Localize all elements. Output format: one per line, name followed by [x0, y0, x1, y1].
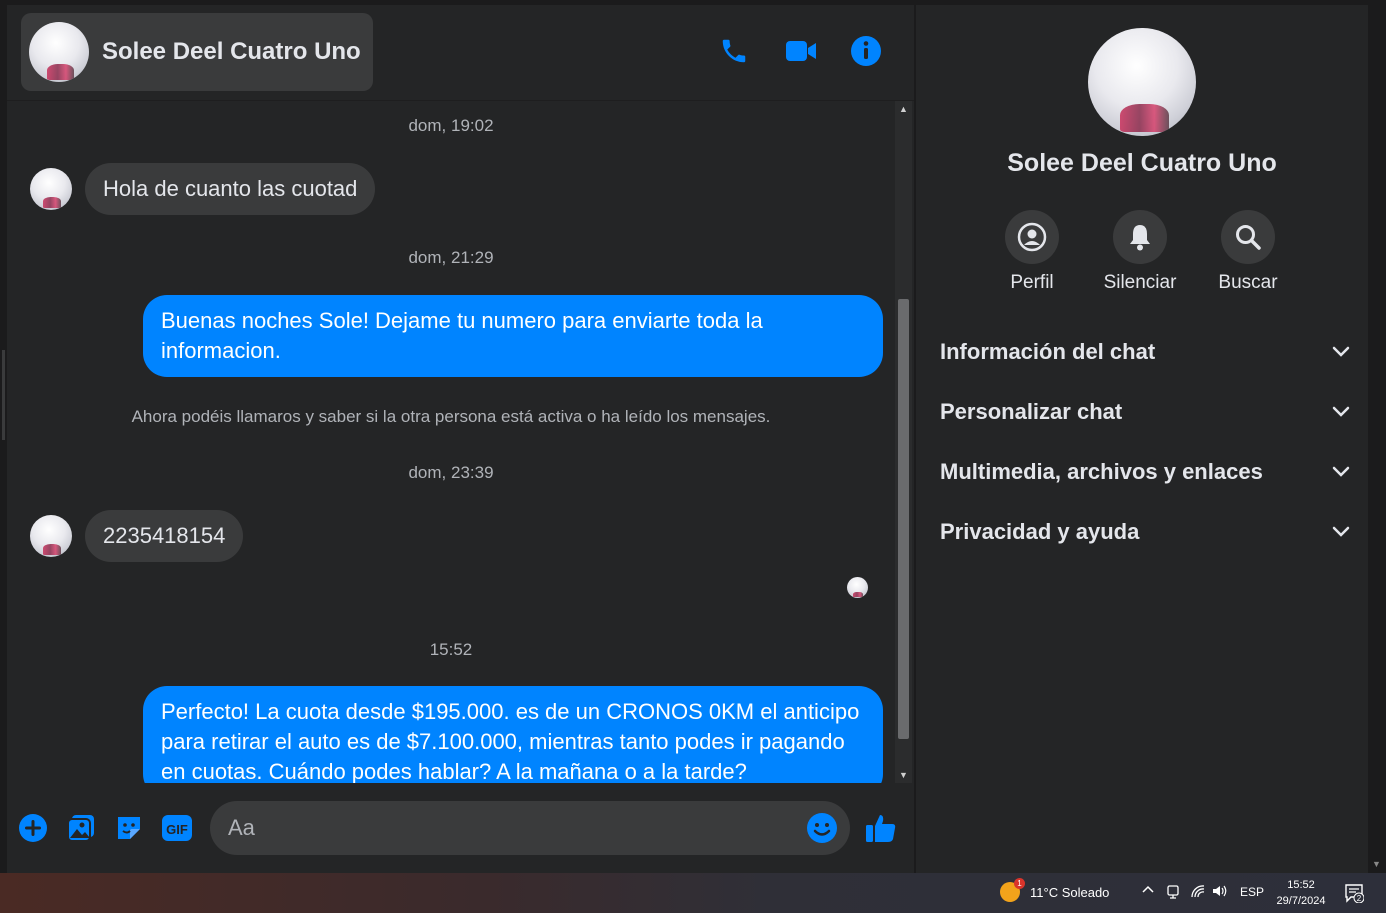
- timestamp: dom, 23:39: [408, 463, 494, 482]
- language-indicator[interactable]: ESP: [1240, 885, 1264, 899]
- image-icon[interactable]: [65, 812, 97, 844]
- wifi-icon[interactable]: [1190, 884, 1206, 901]
- notification-count: 2: [1357, 894, 1362, 903]
- notification-center-icon[interactable]: 2: [1344, 883, 1365, 904]
- profile-action-label: Perfil: [1010, 272, 1054, 293]
- message-scrollbar[interactable]: ▲ ▼: [895, 101, 912, 783]
- timestamp: dom, 19:02: [408, 116, 494, 135]
- weather-badge: 1: [1014, 878, 1025, 889]
- contact-name: Solee Deel Cuatro Uno: [102, 38, 361, 65]
- scrollbar-thumb[interactable]: [898, 299, 909, 739]
- section-title: Privacidad y ayuda: [940, 519, 1140, 544]
- sender-avatar: [30, 515, 72, 557]
- message-row-incoming: Hola de cuanto las cuotad: [30, 163, 376, 215]
- scroll-up-arrow-icon[interactable]: ▲: [895, 101, 912, 117]
- chat-header: Solee Deel Cuatro Uno: [7, 5, 914, 101]
- bell-icon[interactable]: [1113, 210, 1167, 264]
- sticker-icon[interactable]: [113, 812, 145, 844]
- profile-avatar: [1088, 28, 1196, 136]
- svg-text:GIF: GIF: [166, 822, 188, 837]
- device-icon[interactable]: [1166, 884, 1180, 903]
- message-bubble-incoming[interactable]: Hola de cuanto las cuotad: [85, 163, 376, 215]
- left-edge-marker: [2, 350, 5, 440]
- left-edge: [0, 5, 7, 873]
- message-input[interactable]: Aa: [210, 801, 850, 855]
- emoji-icon[interactable]: [806, 812, 838, 844]
- phone-icon[interactable]: [718, 35, 750, 67]
- section-customize-chat[interactable]: Personalizar chat: [940, 392, 1350, 432]
- thumbs-up-icon[interactable]: [865, 812, 897, 844]
- timestamp: 15:52: [429, 640, 473, 659]
- clock[interactable]: 15:52 29/7/2024: [1266, 877, 1336, 909]
- message-row-incoming: 2235418154: [30, 510, 244, 562]
- section-title: Multimedia, archivos y enlaces: [940, 459, 1263, 484]
- plus-icon[interactable]: [17, 812, 49, 844]
- message-bubble-outgoing[interactable]: Perfecto! La cuota desde $195.000. es de…: [143, 686, 883, 783]
- message-bubble-incoming[interactable]: 2235418154: [85, 510, 244, 562]
- mute-action-label: Silenciar: [1103, 272, 1177, 293]
- message-list[interactable]: dom, 19:02 Hola de cuanto las cuotad dom…: [7, 101, 895, 783]
- section-title: Personalizar chat: [940, 399, 1123, 424]
- message-input-placeholder: Aa: [228, 815, 255, 840]
- scroll-down-arrow-icon[interactable]: ▼: [895, 767, 912, 783]
- info-icon[interactable]: [850, 35, 882, 67]
- search-icon[interactable]: [1221, 210, 1275, 264]
- profile-action[interactable]: Perfil: [982, 210, 1082, 294]
- speaker-icon[interactable]: [1212, 884, 1228, 901]
- chevron-down-icon: [1332, 406, 1350, 417]
- message-bubble-outgoing[interactable]: Buenas noches Sole! Dejame tu numero par…: [143, 295, 883, 377]
- gif-icon[interactable]: GIF: [161, 812, 193, 844]
- section-title: Información del chat: [940, 339, 1156, 364]
- search-action[interactable]: Buscar: [1198, 210, 1298, 294]
- weather-text: 11°C Soleado: [1030, 884, 1110, 900]
- clock-time: 15:52: [1287, 879, 1315, 891]
- clock-date: 29/7/2024: [1276, 895, 1326, 907]
- sun-icon: 1: [1000, 878, 1025, 902]
- windows-taskbar: 1 11°C Soleado ESP 15:52 29/7/2024 2: [0, 873, 1386, 913]
- chevron-up-icon[interactable]: [1142, 884, 1154, 899]
- mute-action[interactable]: Silenciar: [1090, 210, 1190, 294]
- system-notice: Ahora podéis llamaros y saber si la otra…: [131, 407, 771, 426]
- weather-widget[interactable]: 1 11°C Soleado: [1000, 878, 1110, 902]
- composer-bar: GIF Aa: [7, 783, 914, 873]
- chevron-down-icon: [1332, 526, 1350, 537]
- window-scrollbar[interactable]: ▼: [1368, 5, 1386, 873]
- contact-avatar: [29, 22, 89, 82]
- scroll-down-arrow-icon[interactable]: ▼: [1372, 859, 1381, 869]
- sender-avatar: [30, 168, 72, 210]
- profile-icon[interactable]: [1005, 210, 1059, 264]
- section-privacy-help[interactable]: Privacidad y ayuda: [940, 512, 1350, 552]
- timestamp: dom, 21:29: [408, 248, 494, 267]
- chevron-down-icon: [1332, 346, 1350, 357]
- section-media-files-links[interactable]: Multimedia, archivos y enlaces: [940, 452, 1350, 492]
- search-action-label: Buscar: [1218, 272, 1278, 293]
- messenger-window: Solee Deel Cuatro Uno dom, 19:02 Hola de…: [0, 0, 1386, 873]
- profile-name: Solee Deel Cuatro Uno: [1007, 149, 1277, 177]
- chevron-down-icon: [1332, 466, 1350, 477]
- chat-info-panel: Solee Deel Cuatro Uno Perfil Silenciar B…: [916, 5, 1368, 873]
- section-chat-info[interactable]: Información del chat: [940, 332, 1350, 372]
- video-camera-icon[interactable]: [785, 35, 817, 67]
- seen-indicator-avatar: [847, 577, 868, 598]
- contact-header-button[interactable]: Solee Deel Cuatro Uno: [21, 13, 373, 91]
